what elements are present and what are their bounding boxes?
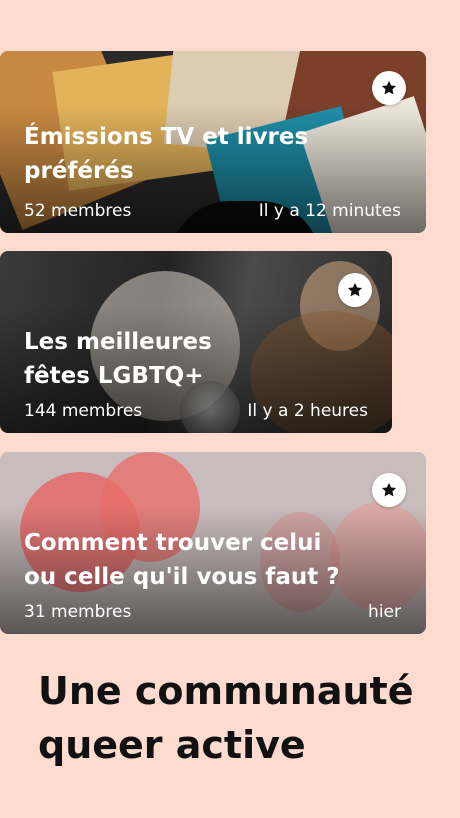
- member-count: 31 membres: [24, 602, 132, 622]
- star-icon: [381, 482, 397, 497]
- headline: Une communauté queer active: [38, 664, 413, 772]
- last-activity: Il y a 12 minutes: [258, 201, 401, 221]
- last-activity: hier: [368, 602, 401, 622]
- last-activity: Il y a 2 heures: [247, 401, 368, 421]
- group-title: Émissions TV et livres préférés: [24, 124, 309, 184]
- star-icon: [381, 80, 397, 95]
- favorite-button[interactable]: [372, 473, 406, 507]
- member-count: 144 membres: [24, 401, 143, 421]
- community-screen: { "colors": { "background": "#FDDCCF", "…: [0, 0, 460, 818]
- group-title: Les meilleures fêtes LGBTQ+: [24, 329, 212, 389]
- headline-line-1: Une communauté: [38, 669, 414, 713]
- favorite-button[interactable]: [338, 273, 372, 307]
- group-card-tv-books[interactable]: Émissions TV et livres préférés 52 membr…: [0, 51, 426, 233]
- favorite-button[interactable]: [372, 71, 406, 105]
- member-count: 52 membres: [24, 201, 132, 221]
- star-icon: [347, 282, 363, 297]
- group-title: Comment trouver celui ou celle qu'il vou…: [24, 530, 340, 590]
- headline-line-2: queer active: [38, 723, 306, 767]
- group-card-find-partner[interactable]: Comment trouver celui ou celle qu'il vou…: [0, 452, 426, 634]
- group-card-lgbtq-parties[interactable]: Les meilleures fêtes LGBTQ+ 144 membres …: [0, 251, 392, 433]
